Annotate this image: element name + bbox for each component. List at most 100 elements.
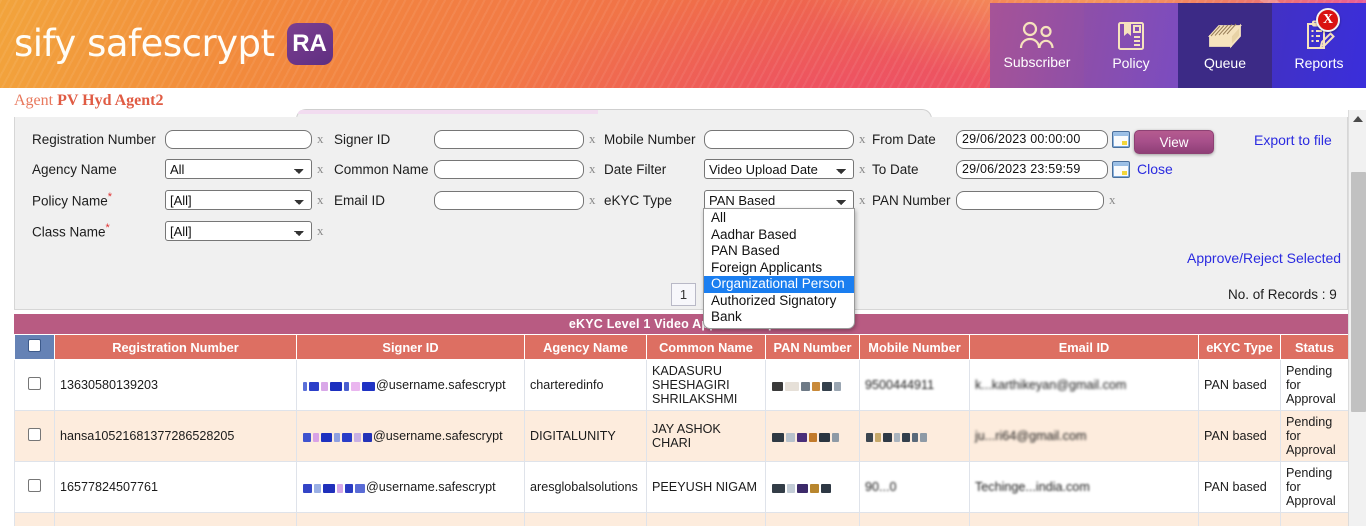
dropdown-option-pan-based[interactable]: PAN Based bbox=[704, 243, 854, 260]
input-pan-number[interactable] bbox=[956, 190, 1104, 210]
column-mobile-number[interactable]: Mobile Number bbox=[859, 334, 970, 360]
nav-item-subscriber[interactable]: Subscriber bbox=[990, 3, 1084, 88]
select-agency-name[interactable]: All bbox=[165, 159, 312, 179]
row-checkbox-cell[interactable] bbox=[14, 461, 55, 513]
nav-label-reports: Reports bbox=[1294, 55, 1344, 71]
clear-email-id[interactable]: x bbox=[589, 192, 596, 208]
column-registration-number[interactable]: Registration Number bbox=[54, 334, 297, 360]
input-mobile-number[interactable] bbox=[704, 129, 854, 149]
input-to-date[interactable]: 29/06/2023 23:59:59 bbox=[956, 159, 1108, 179]
select-date-filter[interactable]: Video Upload Date bbox=[704, 159, 854, 179]
clear-mobile-number[interactable]: x bbox=[859, 131, 866, 147]
dropdown-option-authorized-signatory[interactable]: Authorized Signatory bbox=[704, 293, 854, 310]
label-signer-id: Signer ID bbox=[334, 131, 391, 147]
scrollbar-thumb[interactable] bbox=[1351, 172, 1366, 412]
select-all-checkbox[interactable] bbox=[28, 339, 41, 352]
filter-policy-name: Policy Name* [All] x bbox=[32, 189, 329, 211]
column-email-id[interactable]: Email ID bbox=[969, 334, 1199, 360]
clear-policy-name[interactable]: x bbox=[317, 192, 324, 208]
column-agency-name[interactable]: Agency Name bbox=[524, 334, 647, 360]
column-select-all[interactable] bbox=[14, 334, 55, 360]
label-agency-name: Agency Name bbox=[32, 161, 117, 177]
label-pan-number: PAN Number bbox=[872, 192, 951, 208]
clear-agency-name[interactable]: x bbox=[317, 161, 324, 177]
column-common-name[interactable]: Common Name bbox=[646, 334, 766, 360]
pagination-page-1[interactable]: 1 bbox=[671, 283, 696, 306]
select-policy-name[interactable]: [All] bbox=[165, 190, 312, 210]
filter-from-date: From Date 29/06/2023 00:00:00 bbox=[872, 128, 1130, 150]
redacted-block bbox=[771, 429, 840, 443]
clear-date-filter[interactable]: x bbox=[859, 161, 866, 177]
input-registration-number[interactable] bbox=[165, 129, 312, 149]
column-ekyc-type[interactable]: eKYC Type bbox=[1198, 334, 1281, 360]
panel-top-accent bbox=[298, 110, 598, 114]
close-link[interactable]: Close bbox=[1137, 161, 1173, 177]
cell-status: Pending for Approval bbox=[1280, 410, 1348, 462]
export-to-file-link[interactable]: Export to file bbox=[1254, 132, 1332, 148]
table-row[interactable]: 13630580139203 @username.safescrypt char… bbox=[14, 359, 1348, 411]
cell-signer-id bbox=[296, 512, 525, 526]
dropdown-option-aadhar-based[interactable]: Aadhar Based bbox=[704, 227, 854, 244]
row-checkbox[interactable] bbox=[28, 428, 41, 441]
table-row-partial[interactable] bbox=[14, 512, 1348, 526]
redacted-block bbox=[302, 429, 373, 443]
column-signer-id[interactable]: Signer ID bbox=[296, 334, 525, 360]
clear-class-name[interactable]: x bbox=[317, 223, 324, 239]
cell-signer-id-suffix: @username.safescrypt bbox=[376, 377, 506, 392]
table-row[interactable]: 16577824507761 @username.safescrypt ares… bbox=[14, 461, 1348, 513]
row-checkbox-cell[interactable] bbox=[14, 359, 55, 411]
clear-common-name[interactable]: x bbox=[589, 161, 596, 177]
scroll-up-arrow-icon[interactable] bbox=[1349, 110, 1366, 127]
logo[interactable]: sify safescrypt RA bbox=[14, 22, 333, 65]
dropdown-option-all[interactable]: All bbox=[704, 210, 854, 227]
ekyc-type-dropdown-list[interactable]: All Aadhar Based PAN Based Foreign Appli… bbox=[703, 208, 855, 329]
dropdown-option-foreign-applicants[interactable]: Foreign Applicants bbox=[704, 260, 854, 277]
calendar-icon[interactable] bbox=[1112, 160, 1130, 178]
column-status[interactable]: Status bbox=[1280, 334, 1348, 360]
row-checkbox-cell[interactable] bbox=[14, 512, 55, 526]
card-file-box-icon bbox=[1206, 20, 1244, 52]
clear-signer-id[interactable]: x bbox=[589, 131, 596, 147]
results-table: Registration Number Signer ID Agency Nam… bbox=[14, 334, 1348, 526]
nav-item-policy[interactable]: Policy bbox=[1084, 3, 1178, 88]
cell-agency-name: aresglobalsolutions bbox=[524, 461, 647, 513]
filter-mobile-number: Mobile Number x bbox=[604, 128, 871, 150]
calendar-icon[interactable] bbox=[1112, 130, 1130, 148]
column-pan-number[interactable]: PAN Number bbox=[765, 334, 860, 360]
input-from-date[interactable]: 29/06/2023 00:00:00 bbox=[956, 129, 1108, 149]
approve-reject-selected-link[interactable]: Approve/Reject Selected bbox=[1187, 250, 1341, 266]
redacted-block bbox=[302, 480, 366, 494]
main-navigation: Subscriber Policy Queue Reports bbox=[990, 3, 1366, 88]
select-ekyc-type[interactable]: PAN Based bbox=[704, 190, 854, 210]
clear-ekyc-type[interactable]: x bbox=[859, 192, 866, 208]
row-checkbox[interactable] bbox=[28, 377, 41, 390]
label-from-date: From Date bbox=[872, 131, 936, 147]
filter-class-name: Class Name* [All] x bbox=[32, 220, 329, 242]
view-button[interactable]: View bbox=[1134, 130, 1214, 154]
table-row[interactable]: hansa10521681377286528205 @username.safe… bbox=[14, 410, 1348, 462]
input-signer-id[interactable] bbox=[434, 129, 584, 149]
vertical-scrollbar[interactable] bbox=[1348, 110, 1366, 526]
select-class-name[interactable]: [All] bbox=[165, 221, 312, 241]
application-window: sify safescrypt RA Subscriber Policy Que… bbox=[0, 0, 1366, 526]
redacted-email: ju...ri64@gmail.com bbox=[975, 429, 1087, 444]
dropdown-option-bank[interactable]: Bank bbox=[704, 309, 854, 326]
input-common-name[interactable] bbox=[434, 159, 584, 179]
close-icon[interactable]: X bbox=[1316, 8, 1340, 32]
redacted-mobile: 9500444911 bbox=[865, 378, 935, 393]
row-checkbox[interactable] bbox=[28, 479, 41, 492]
cell-mobile-number: 90...0 bbox=[859, 461, 970, 513]
clear-registration-number[interactable]: x bbox=[317, 131, 324, 147]
input-email-id[interactable] bbox=[434, 190, 584, 210]
redacted-block bbox=[865, 429, 928, 443]
cell-ekyc-type bbox=[1198, 512, 1281, 526]
dropdown-option-organizational-person[interactable]: Organizational Person bbox=[704, 276, 854, 293]
row-checkbox-cell[interactable] bbox=[14, 410, 55, 462]
cell-registration-number: 16577824507761 bbox=[54, 461, 297, 513]
cell-pan-number bbox=[765, 512, 860, 526]
label-ekyc-type: eKYC Type bbox=[604, 192, 673, 208]
redacted-email: k...karthikeyan@gmail.com bbox=[975, 378, 1127, 393]
nav-item-queue[interactable]: Queue bbox=[1178, 3, 1272, 88]
clear-pan-number[interactable]: x bbox=[1109, 192, 1116, 208]
cell-ekyc-type: PAN based bbox=[1198, 410, 1281, 462]
